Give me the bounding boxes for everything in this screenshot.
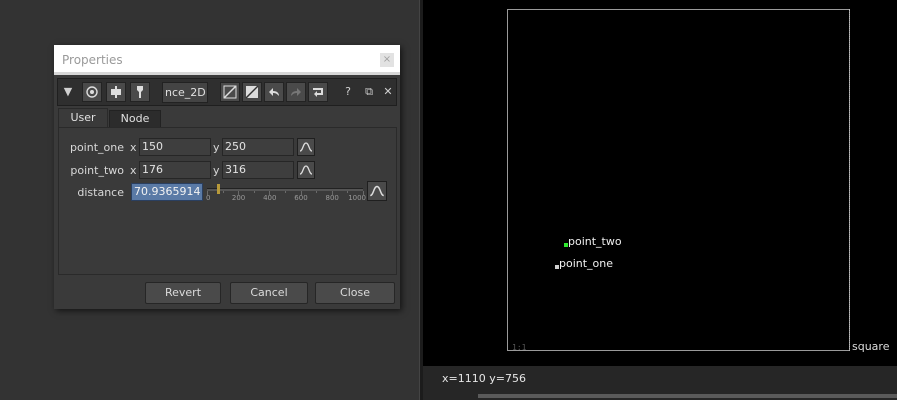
wrench-icon[interactable] — [130, 82, 150, 102]
slider-minor-tick — [285, 191, 286, 193]
tab-user[interactable]: User — [58, 108, 108, 128]
distance-field[interactable]: 70.9365914 — [131, 183, 203, 201]
slider-tick-label: 200 — [231, 194, 246, 202]
cancel-button[interactable]: Cancel — [230, 282, 308, 304]
slider-tick-label: 400 — [263, 194, 277, 202]
collapse-icon[interactable]: ▼ — [58, 82, 78, 102]
viewer-icon[interactable] — [82, 82, 102, 102]
close-button[interactable]: Close — [315, 282, 395, 304]
node-icon[interactable] — [106, 82, 126, 102]
distance-slider[interactable]: 0 200 400 600 800 1000 — [206, 182, 366, 204]
slider-minor-tick — [253, 191, 255, 193]
point-one-label: point_one — [559, 257, 614, 270]
cursor-coordinates: x=1110 y=756 — [442, 372, 526, 385]
float-icon[interactable]: ⧉ — [359, 82, 379, 102]
window-title: Properties — [62, 53, 123, 67]
window-close-button[interactable]: × — [380, 53, 394, 67]
horizontal-scrollbar[interactable] — [478, 394, 897, 398]
format-label: square — [852, 340, 890, 353]
curve-icon[interactable] — [367, 181, 387, 201]
node-name-field[interactable]: nce_2D — [162, 82, 208, 103]
point-two-x-axis: x — [130, 164, 137, 177]
point-two-label: point_two — [70, 164, 124, 177]
slider-minor-tick — [347, 191, 349, 193]
point-one-x-axis: x — [130, 141, 137, 154]
revert-button[interactable]: Revert — [145, 282, 221, 304]
slider-tick-label: 600 — [294, 194, 308, 202]
slider-tick-label: 800 — [325, 194, 339, 202]
frame-corner-label: 1:1 — [512, 343, 527, 352]
point-one-x-field[interactable]: 150 — [139, 138, 211, 156]
node-toolbar: ▼ nce_2D ? ⧉ ✕ — [57, 78, 397, 106]
point-one-y-field[interactable]: 250 — [222, 138, 294, 156]
revert-icon[interactable] — [308, 82, 328, 102]
slider-minor-tick — [316, 191, 318, 193]
curve-icon[interactable] — [297, 138, 315, 156]
point-two-x-field[interactable]: 176 — [139, 161, 211, 179]
point-one-label: point_one — [69, 141, 124, 154]
format-frame-edge — [848, 9, 850, 351]
close-icon[interactable]: ✕ — [378, 82, 398, 102]
output-icon[interactable] — [242, 82, 262, 102]
slider-tick-label: 1000 — [348, 194, 367, 202]
slider-thumb[interactable] — [217, 184, 221, 194]
slider-minor-tick — [222, 191, 224, 193]
distance-label: distance — [77, 186, 124, 199]
undo-icon[interactable] — [264, 82, 284, 102]
tab-node[interactable]: Node — [109, 110, 161, 128]
format-frame — [507, 9, 850, 351]
properties-titlebar[interactable]: Properties × — [54, 45, 400, 75]
input-icon[interactable] — [220, 82, 240, 102]
point-one-y-axis: y — [213, 141, 220, 154]
point-two-y-field[interactable]: 316 — [222, 161, 294, 179]
redo-icon[interactable] — [286, 82, 306, 102]
point-two-y-axis: y — [213, 164, 220, 177]
point-two-label: point_two — [568, 235, 622, 248]
slider-tick-label: 0 — [206, 194, 211, 202]
help-icon[interactable]: ? — [338, 82, 358, 102]
properties-window: Properties × ▼ nce_2D ? ⧉ ✕ User Node po… — [54, 45, 400, 309]
curve-icon[interactable] — [297, 161, 315, 179]
